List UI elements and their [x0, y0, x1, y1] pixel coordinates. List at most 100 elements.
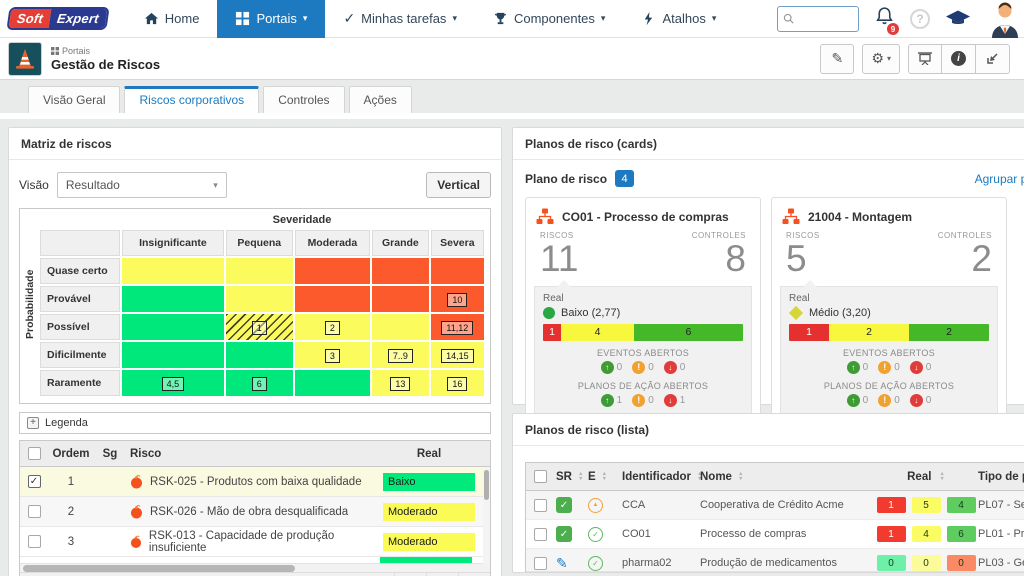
matrix-cell-badge[interactable]: 7..9: [388, 349, 413, 363]
matrix-cell-badge[interactable]: 14,15: [441, 349, 474, 363]
cell-identificador[interactable]: CO01: [622, 528, 700, 540]
col-header-sr[interactable]: SR▲▼: [554, 471, 588, 483]
matrix-cell-badge[interactable]: 10: [447, 293, 467, 307]
matrix-cell[interactable]: [295, 258, 370, 284]
nav-portais[interactable]: Portais ▾: [217, 0, 325, 38]
matrix-cell-badge[interactable]: 11,12: [441, 321, 473, 335]
edit-portal-button[interactable]: ✎: [820, 44, 854, 74]
user-avatar[interactable]: [986, 0, 1024, 38]
table-row[interactable]: 2 RSK-026 - Mão de obra desqualificada M…: [20, 497, 490, 527]
col-header-risco[interactable]: Risco: [126, 448, 376, 460]
matrix-cell[interactable]: 2: [295, 314, 370, 340]
col-header-real[interactable]: Real: [376, 448, 482, 460]
select-all-checkbox[interactable]: [534, 470, 547, 483]
matrix-cell[interactable]: [372, 286, 429, 312]
matrix-cell[interactable]: 13: [372, 370, 429, 396]
risk-plan-card[interactable]: 21004 - Montagem RISCOS5 CONTROLES2 Real…: [771, 197, 1007, 423]
matrix-cell[interactable]: 3: [295, 342, 370, 368]
row-checkbox[interactable]: [28, 535, 41, 548]
horizontal-scrollbar[interactable]: [526, 571, 1024, 573]
nav-atalhos[interactable]: Atalhos ▾: [623, 0, 734, 38]
matrix-cell[interactable]: [122, 286, 224, 312]
matrix-cell[interactable]: [295, 370, 370, 396]
cell-nome[interactable]: Cooperativa de Crédito Acme: [700, 499, 874, 511]
table-row[interactable]: ✓ CO01 Processo de compras 1 4 6 PL01 - …: [526, 520, 1024, 549]
row-checkbox[interactable]: [534, 528, 547, 541]
matrix-cell-badge[interactable]: 1: [252, 321, 267, 335]
select-all-checkbox[interactable]: [28, 447, 41, 460]
tab-controles[interactable]: Controles: [263, 86, 344, 113]
table-row[interactable]: 3 RSK-013 - Capacidade de produção insuf…: [20, 527, 490, 557]
collapse-button[interactable]: [976, 44, 1010, 74]
table-row[interactable]: ✓ CCA Cooperativa de Crédito Acme 1 5 4 …: [526, 491, 1024, 520]
row-checkbox[interactable]: ✓: [28, 475, 41, 488]
matrix-cell[interactable]: [226, 258, 293, 284]
cell-nome[interactable]: Produção de medicamentos: [700, 557, 874, 569]
col-header-e[interactable]: E▲▼: [588, 471, 622, 483]
scrollbar-thumb[interactable]: [484, 470, 489, 500]
col-header-identificador[interactable]: Identificador▲▼: [622, 471, 700, 483]
matrix-cell-badge[interactable]: 6: [252, 377, 267, 391]
matrix-cell[interactable]: [122, 314, 224, 340]
row-checkbox[interactable]: [534, 557, 547, 570]
matrix-cell[interactable]: [122, 342, 224, 368]
matrix-cell[interactable]: 16: [431, 370, 484, 396]
view-select[interactable]: Resultado ▾: [57, 172, 227, 198]
matrix-cell[interactable]: [226, 342, 293, 368]
cell-nome[interactable]: Processo de compras: [700, 528, 874, 540]
tab-riscos-corporativos[interactable]: Riscos corporativos: [124, 86, 259, 113]
settings-button[interactable]: ⚙▾: [862, 44, 900, 74]
matrix-cell[interactable]: 6: [226, 370, 293, 396]
matrix-cell[interactable]: [431, 258, 484, 284]
notifications-button[interactable]: 9: [875, 6, 894, 31]
search-input[interactable]: [798, 12, 853, 26]
matrix-cell-badge[interactable]: 3: [325, 349, 340, 363]
nav-home[interactable]: Home: [126, 0, 218, 38]
risk-name[interactable]: RSK-026 - Mão de obra desqualificada: [150, 506, 348, 518]
group-by-dropdown[interactable]: Agrupar por ▾: [975, 172, 1024, 186]
risk-name[interactable]: RSK-013 - Capacidade de produção insufic…: [149, 530, 376, 554]
col-header-sg[interactable]: Sg: [94, 448, 126, 460]
matrix-cell[interactable]: 10: [431, 286, 484, 312]
nav-componentes[interactable]: Componentes ▾: [475, 0, 623, 38]
matrix-cell[interactable]: 4,5: [122, 370, 224, 396]
presentation-button[interactable]: [908, 44, 942, 74]
col-header-ordem[interactable]: Ordem: [48, 448, 94, 460]
vertical-scrollbar[interactable]: [483, 468, 490, 564]
col-header-nome[interactable]: Nome▲▼: [700, 471, 874, 483]
training-cap-icon[interactable]: [946, 10, 970, 27]
matrix-cell[interactable]: 14,15: [431, 342, 484, 368]
tab-acoes[interactable]: Ações: [349, 86, 412, 113]
vertical-button[interactable]: Vertical: [426, 172, 491, 198]
tab-visao-geral[interactable]: Visão Geral: [28, 86, 120, 113]
col-header-tipo[interactable]: Tipo de plan: [978, 471, 1024, 483]
help-button[interactable]: ?: [910, 9, 930, 29]
cell-identificador[interactable]: CCA: [622, 499, 700, 511]
horizontal-scrollbar[interactable]: [20, 563, 490, 572]
matrix-cell[interactable]: [372, 258, 429, 284]
matrix-cell-hatched[interactable]: 1: [226, 314, 293, 340]
risk-name[interactable]: RSK-025 - Produtos com baixa qualidade: [150, 476, 362, 488]
risk-plan-card[interactable]: CO01 - Processo de compras RISCOS11 CONT…: [525, 197, 761, 423]
scrollbar-thumb[interactable]: [23, 565, 295, 572]
table-row[interactable]: ✎ pharma02 Produção de medicamentos 0 0 …: [526, 549, 1024, 571]
matrix-cell[interactable]: 7..9: [372, 342, 429, 368]
global-search[interactable]: [777, 6, 859, 32]
matrix-cell-badge[interactable]: 16: [447, 377, 467, 391]
softexpert-logo[interactable]: Soft Expert: [6, 7, 109, 30]
matrix-cell[interactable]: [226, 286, 293, 312]
breadcrumb[interactable]: Portais: [51, 46, 160, 56]
matrix-cell-badge[interactable]: 2: [325, 321, 340, 335]
matrix-cell[interactable]: [295, 286, 370, 312]
row-checkbox[interactable]: [534, 499, 547, 512]
col-header-real[interactable]: Real▲▼: [874, 471, 978, 483]
nav-minhas-tarefas[interactable]: ✓ Minhas tarefas ▾: [325, 0, 475, 38]
cell-identificador[interactable]: pharma02: [622, 557, 700, 569]
info-button[interactable]: i: [942, 44, 976, 74]
matrix-cell[interactable]: [122, 258, 224, 284]
row-checkbox[interactable]: [28, 505, 41, 518]
matrix-cell-badge[interactable]: 4,5: [162, 377, 185, 391]
matrix-cell[interactable]: [372, 314, 429, 340]
table-row[interactable]: ✓ 1 RSK-025 - Produtos com baixa qualida…: [20, 467, 490, 497]
matrix-cell-badge[interactable]: 13: [390, 377, 410, 391]
